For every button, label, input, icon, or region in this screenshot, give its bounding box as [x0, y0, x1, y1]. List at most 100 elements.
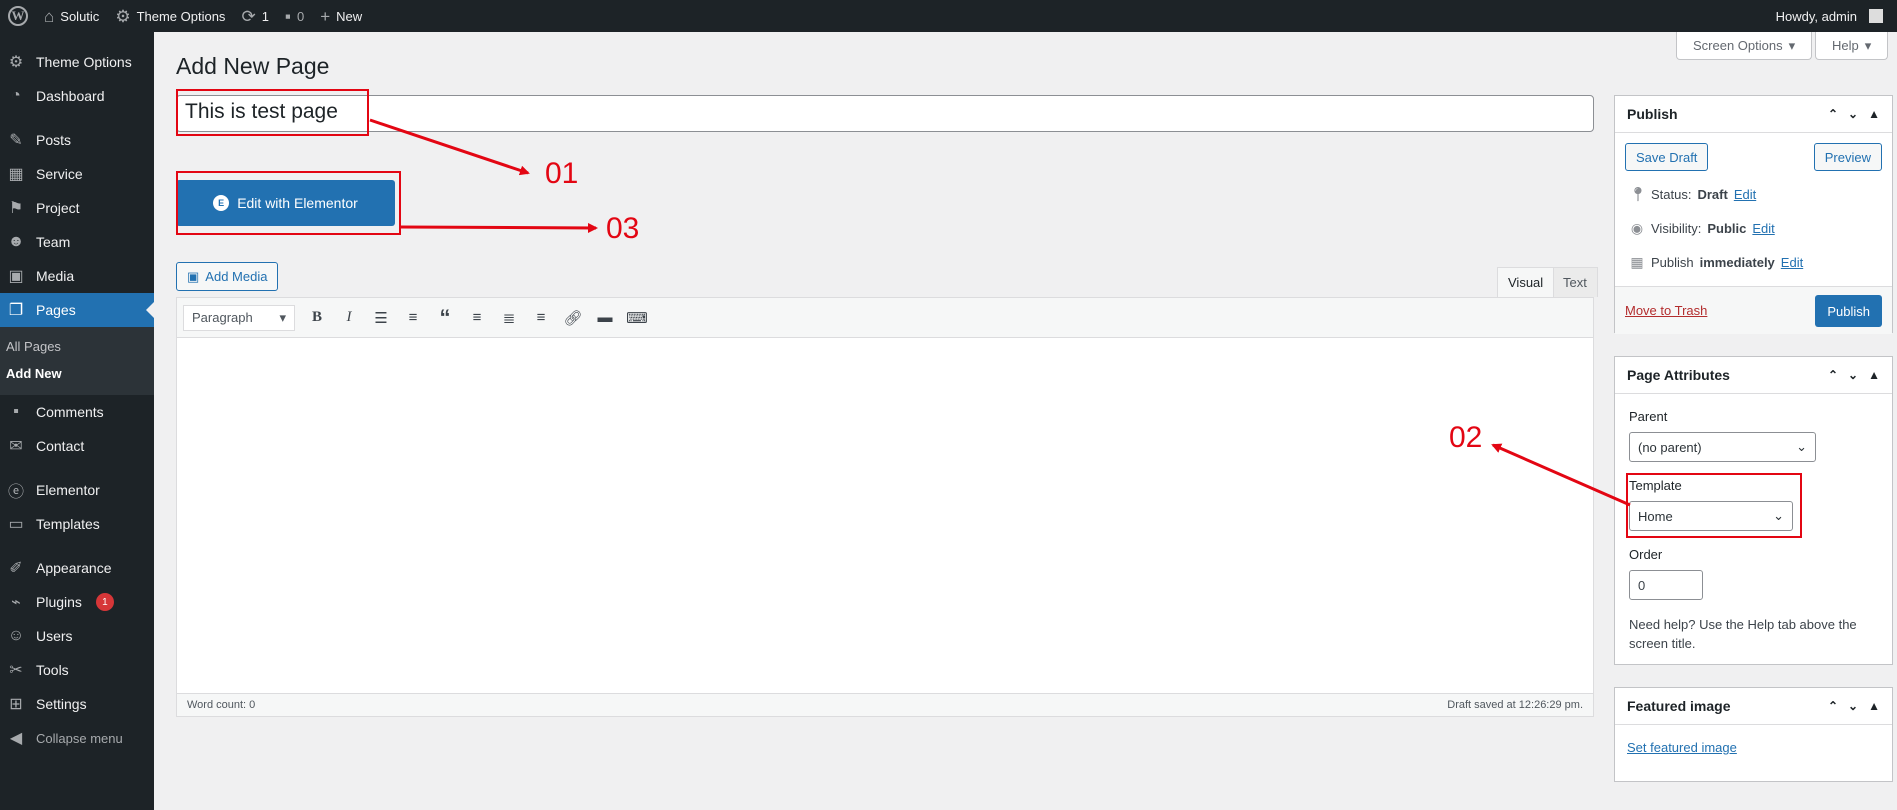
- save-draft-button[interactable]: Save Draft: [1625, 143, 1709, 171]
- numbered-list-button[interactable]: ≡: [399, 304, 427, 332]
- submenu-add-new[interactable]: Add New: [0, 360, 154, 387]
- toggle-panel-icon[interactable]: ▲: [1868, 368, 1880, 382]
- publish-button[interactable]: Publish: [1815, 295, 1882, 327]
- help-button[interactable]: Help ▾: [1815, 32, 1889, 60]
- visibility-row: ◉ Visibility: Public Edit: [1629, 220, 1775, 237]
- collapse-menu-label: Collapse menu: [36, 730, 123, 746]
- my-account-menu[interactable]: Howdy, admin: [1768, 0, 1897, 32]
- insert-link-button[interactable]: 🔗︎: [559, 304, 587, 332]
- visibility-value: Public: [1707, 221, 1747, 236]
- annotation-label-01: 01: [545, 157, 579, 190]
- post-status-row: 📍︎ Status: Draft Edit: [1629, 186, 1756, 203]
- media-icon: ▣: [187, 268, 200, 284]
- edit-publish-time-link[interactable]: Edit: [1781, 255, 1803, 270]
- parent-select[interactable]: (no parent) ⌄: [1629, 432, 1816, 462]
- settings-icon: ⊞: [9, 696, 23, 713]
- italic-button[interactable]: I: [335, 304, 363, 332]
- plugin-icon: ⌁: [11, 594, 21, 611]
- admin-bar: W ⌂ Solutic ⚙ Theme Options ⟳ 1 ▪ 0 + Ne…: [0, 0, 1897, 32]
- dashboard-icon: ◔: [11, 87, 21, 104]
- sidebar-item-pages[interactable]: ❐ Pages: [0, 293, 154, 327]
- toggle-panel-icon[interactable]: ▲: [1868, 699, 1880, 713]
- sidebar-item-label: Tools: [36, 662, 69, 678]
- caret-down-icon: ▾: [1788, 37, 1796, 53]
- wp-logo-menu[interactable]: W: [0, 0, 36, 32]
- sidebar-item-project[interactable]: ⚑ Project: [0, 191, 154, 225]
- mail-icon: ✉: [9, 438, 23, 455]
- post-title-input[interactable]: This is test page: [176, 95, 1594, 132]
- chevron-down-icon[interactable]: ⌄: [1848, 368, 1858, 382]
- tab-visual[interactable]: Visual: [1497, 267, 1555, 297]
- sidebar-item-team[interactable]: ☻ Team: [0, 225, 154, 259]
- site-name-link[interactable]: ⌂ Solutic: [36, 0, 107, 32]
- sidebar-item-plugins[interactable]: ⌁ Plugins 1: [0, 585, 154, 619]
- sidebar-item-theme-options[interactable]: ⚙ Theme Options: [0, 45, 154, 79]
- blockquote-button[interactable]: “: [431, 304, 459, 332]
- sidebar-item-appearance[interactable]: ✐ Appearance: [0, 551, 154, 585]
- align-center-button[interactable]: ≣: [495, 304, 523, 332]
- set-featured-image-link[interactable]: Set featured image: [1627, 740, 1737, 755]
- pages-icon: ❐: [8, 302, 24, 319]
- new-content-link[interactable]: + New: [312, 0, 370, 32]
- team-icon: ☻: [7, 233, 25, 250]
- editor-statusbar: Word count: 0 Draft saved at 12:26:29 pm…: [177, 693, 1593, 716]
- bulleted-list-button[interactable]: ☰: [367, 304, 395, 332]
- sidebar-item-comments[interactable]: ▪ Comments: [0, 395, 154, 429]
- sidebar-item-label: Elementor: [36, 482, 100, 498]
- align-left-button[interactable]: ≡: [463, 304, 491, 332]
- sidebar-item-tools[interactable]: ✂ Tools: [0, 653, 154, 687]
- pages-submenu: All Pages Add New: [0, 327, 154, 395]
- sidebar-item-dashboard[interactable]: ◔ Dashboard: [0, 79, 154, 113]
- screen-options-button[interactable]: Screen Options ▾: [1676, 32, 1813, 60]
- sidebar-item-templates[interactable]: ▭ Templates: [0, 507, 154, 541]
- sidebar-item-users[interactable]: ☺ Users: [0, 619, 154, 653]
- toolbar-toggle-button[interactable]: ⌨: [623, 304, 651, 332]
- editor-content-area[interactable]: [177, 338, 1593, 694]
- sidebar-item-media[interactable]: ▣ Media: [0, 259, 154, 293]
- chevron-up-icon[interactable]: ⌃: [1828, 107, 1838, 121]
- user-icon: ☺: [7, 627, 25, 644]
- chevron-up-icon[interactable]: ⌃: [1828, 699, 1838, 713]
- gear-icon: ⚙: [8, 54, 24, 71]
- edit-visibility-link[interactable]: Edit: [1752, 221, 1774, 236]
- sidebar-item-posts[interactable]: ✎ Posts: [0, 123, 154, 157]
- sidebar-item-label: Dashboard: [36, 88, 105, 104]
- parent-label: Parent: [1629, 409, 1668, 424]
- sidebar-item-settings[interactable]: ⊞ Settings: [0, 687, 154, 721]
- chevron-down-icon[interactable]: ⌄: [1848, 699, 1858, 713]
- sidebar-item-label: Comments: [36, 404, 104, 420]
- sidebar-item-elementor[interactable]: ⓔ Elementor: [0, 473, 154, 507]
- sidebar-item-label: Plugins: [36, 594, 82, 610]
- preview-button[interactable]: Preview: [1813, 143, 1882, 171]
- content-editor: Paragraph ▾ B I ☰ ≡ “ ≡ ≣ ≡ 🔗︎ ▬ ⌨ Word …: [176, 297, 1594, 717]
- edit-status-link[interactable]: Edit: [1734, 187, 1756, 202]
- toggle-panel-icon[interactable]: ▲: [1868, 107, 1880, 121]
- chevron-up-icon[interactable]: ⌃: [1828, 368, 1838, 382]
- order-input[interactable]: 0: [1629, 570, 1703, 600]
- wrench-icon: ✂: [9, 662, 23, 679]
- sidebar-item-service[interactable]: ▦ Service: [0, 157, 154, 191]
- chevron-down-icon[interactable]: ⌄: [1848, 107, 1858, 121]
- tab-text[interactable]: Text: [1552, 267, 1598, 297]
- collapse-icon: ◀: [9, 730, 23, 747]
- refresh-icon: ⟳: [241, 6, 256, 26]
- plus-icon: +: [320, 6, 331, 26]
- submenu-all-pages[interactable]: All Pages: [0, 333, 154, 360]
- sidebar-item-contact[interactable]: ✉ Contact: [0, 429, 154, 463]
- format-select[interactable]: Paragraph ▾: [183, 304, 295, 331]
- featured-image-box: Featured image ⌃ ⌄ ▲ Set featured image: [1614, 687, 1893, 782]
- bold-button[interactable]: B: [303, 304, 331, 332]
- publish-time-label: Publish: [1651, 255, 1694, 270]
- sidebar-item-label: Templates: [36, 516, 100, 532]
- comments-link[interactable]: ▪ 0: [277, 0, 312, 32]
- sidebar-item-label: Theme Options: [36, 54, 132, 70]
- align-right-button[interactable]: ≡: [527, 304, 555, 332]
- collapse-menu-button[interactable]: ◀ Collapse menu: [0, 721, 154, 755]
- add-media-button[interactable]: ▣ Add Media: [176, 262, 279, 291]
- publish-time-row: ▦ Publish immediately Edit: [1629, 254, 1803, 271]
- publish-box-header: Publish ⌃ ⌄ ▲: [1615, 96, 1892, 133]
- move-to-trash-link[interactable]: Move to Trash: [1625, 303, 1707, 318]
- theme-options-link[interactable]: ⚙ Theme Options: [107, 0, 233, 32]
- updates-link[interactable]: ⟳ 1: [233, 0, 276, 32]
- read-more-button[interactable]: ▬: [591, 304, 619, 332]
